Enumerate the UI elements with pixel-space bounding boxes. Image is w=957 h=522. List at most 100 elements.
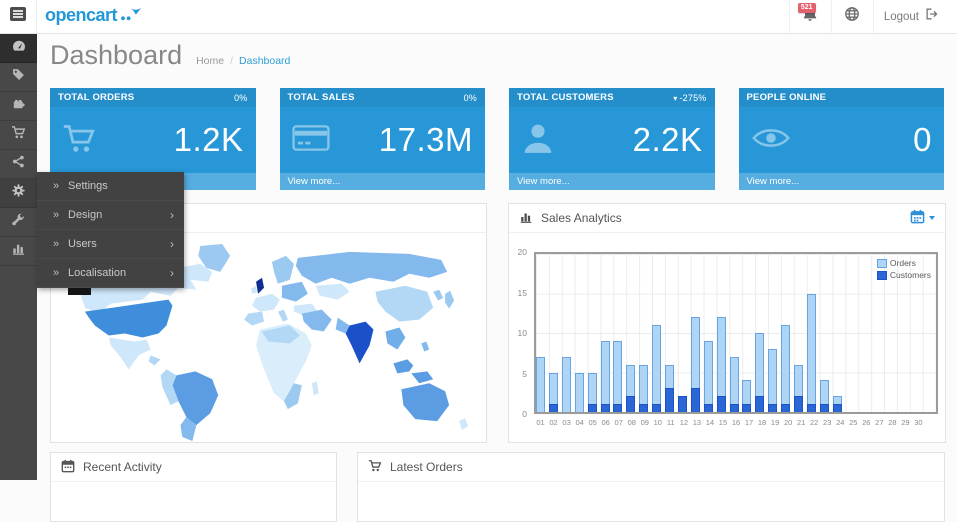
- view-more-link[interactable]: View more...: [509, 173, 715, 190]
- chart-bar-customers: [768, 404, 777, 412]
- chart-bar-orders: [562, 357, 571, 412]
- y-tick-label: 0: [522, 409, 527, 419]
- chart-bar-customers: [626, 396, 635, 412]
- tile-percent: 0%: [234, 93, 247, 103]
- chart-bar-orders: [613, 341, 622, 412]
- sidebar-item-reports[interactable]: [0, 237, 37, 266]
- breadcrumb-home-link[interactable]: Home: [196, 55, 224, 67]
- chevron-right-icon: [170, 267, 174, 279]
- calendar-icon: [61, 459, 75, 476]
- recent-activity-header: Recent Activity: [51, 453, 336, 482]
- topbar-actions: 521 Logout: [789, 0, 949, 33]
- sidebar-item-catalog[interactable]: [0, 63, 37, 92]
- calendar-icon: [910, 209, 925, 227]
- chart-range-dropdown[interactable]: [910, 209, 935, 227]
- latest-orders-header: Latest Orders: [358, 453, 944, 482]
- chart-bar-orders: [652, 325, 661, 412]
- tile-people-online: PEOPLE ONLINE 0 View more...: [739, 88, 945, 190]
- chart-bar-customers: [601, 404, 610, 412]
- sidebar-item-sales[interactable]: [0, 121, 37, 150]
- latest-orders-panel: Latest Orders: [357, 452, 945, 522]
- y-tick-label: 20: [518, 247, 527, 257]
- breadcrumb-current-link[interactable]: Dashboard: [239, 55, 290, 67]
- chart-bar-customers: [613, 404, 622, 412]
- chart-bar-orders: [781, 325, 790, 412]
- x-tick-label: 21: [795, 418, 808, 427]
- x-tick-label: 06: [599, 418, 612, 427]
- chart-bar-customers: [717, 396, 726, 412]
- menu-toggle-button[interactable]: [0, 0, 37, 33]
- x-tick-label: 22: [808, 418, 821, 427]
- x-tick-label: 04: [573, 418, 586, 427]
- x-tick-label: 03: [560, 418, 573, 427]
- view-more-link[interactable]: View more...: [739, 173, 945, 190]
- flyout-item-design[interactable]: Design: [37, 201, 184, 230]
- sidebar-item-dashboard[interactable]: [0, 34, 37, 63]
- sidebar-item-marketing[interactable]: [0, 150, 37, 179]
- chart-bar-customers: [794, 396, 803, 412]
- x-tick-label: 16: [729, 418, 742, 427]
- sales-chart-ylabels: 05101520: [509, 252, 530, 414]
- sidebar-item-tools[interactable]: [0, 208, 37, 237]
- x-tick-label: 05: [586, 418, 599, 427]
- flyout-item-users[interactable]: Users: [37, 230, 184, 259]
- bar-chart-icon: [11, 241, 26, 261]
- x-tick-label: 01: [534, 418, 547, 427]
- panel-title: Recent Activity: [83, 460, 162, 474]
- x-tick-label: 29: [899, 418, 912, 427]
- x-tick-label: 12: [677, 418, 690, 427]
- globe-icon: [844, 6, 860, 27]
- chart-bar-customers: [755, 396, 764, 412]
- recent-activity-panel: Recent Activity: [50, 452, 337, 522]
- flyout-item-settings[interactable]: Settings: [37, 172, 184, 201]
- tile-title: TOTAL CUSTOMERS: [517, 92, 614, 103]
- opencart-cart-icon: [120, 6, 142, 26]
- logout-button[interactable]: Logout: [873, 0, 949, 33]
- x-tick-label: 30: [912, 418, 925, 427]
- x-tick-label: 24: [834, 418, 847, 427]
- sales-chart-xlabels: 0102030405060708091011121314151617181920…: [534, 418, 938, 430]
- page-heading: Dashboard Home / Dashboard: [50, 40, 290, 71]
- chart-bar-customers: [639, 404, 648, 412]
- legend-entry: Orders: [877, 258, 931, 268]
- notification-badge: 521: [798, 3, 816, 13]
- flyout-notch: [68, 288, 91, 295]
- credit-card-icon: [292, 124, 330, 157]
- panel-title: Sales Analytics: [541, 211, 622, 225]
- tag-icon: [11, 67, 26, 87]
- legend-label: Orders: [890, 258, 916, 268]
- legend-swatch: [877, 271, 887, 280]
- page-title: Dashboard: [50, 40, 182, 71]
- tile-title: TOTAL ORDERS: [58, 92, 134, 103]
- sidebar-item-extensions[interactable]: [0, 92, 37, 121]
- chart-bar-customers: [742, 404, 751, 412]
- tile-title: TOTAL SALES: [288, 92, 355, 103]
- breadcrumb-separator: /: [230, 55, 233, 67]
- flyout-item-localisation[interactable]: Localisation: [37, 259, 184, 288]
- x-tick-label: 10: [651, 418, 664, 427]
- x-tick-label: 07: [612, 418, 625, 427]
- x-tick-label: 25: [847, 418, 860, 427]
- chart-bar-orders: [575, 373, 584, 413]
- tachometer-icon: [11, 38, 27, 59]
- tile-value: 0: [913, 121, 932, 159]
- logout-label: Logout: [884, 11, 919, 23]
- sidebar-item-system[interactable]: [0, 179, 37, 208]
- notifications-button[interactable]: 521: [789, 0, 831, 33]
- x-tick-label: 27: [873, 418, 886, 427]
- chart-bar-customers: [833, 404, 842, 412]
- shopping-cart-icon: [11, 125, 26, 145]
- legend-entry: Customers: [877, 270, 931, 280]
- sales-chart-plot: Orders Customers: [534, 252, 938, 414]
- chart-bar-orders: [768, 349, 777, 412]
- chart-bar-customers: [820, 404, 829, 412]
- panel-title: Latest Orders: [390, 460, 463, 474]
- opencart-logo[interactable]: opencart: [45, 5, 142, 26]
- stores-button[interactable]: [831, 0, 873, 33]
- view-more-link[interactable]: View more...: [280, 173, 486, 190]
- x-tick-label: 13: [690, 418, 703, 427]
- tile-percent: -275%: [679, 93, 706, 103]
- x-tick-label: 02: [547, 418, 560, 427]
- system-flyout-menu: Settings Design Users Localisation: [37, 172, 184, 288]
- breadcrumb: Home / Dashboard: [196, 55, 290, 67]
